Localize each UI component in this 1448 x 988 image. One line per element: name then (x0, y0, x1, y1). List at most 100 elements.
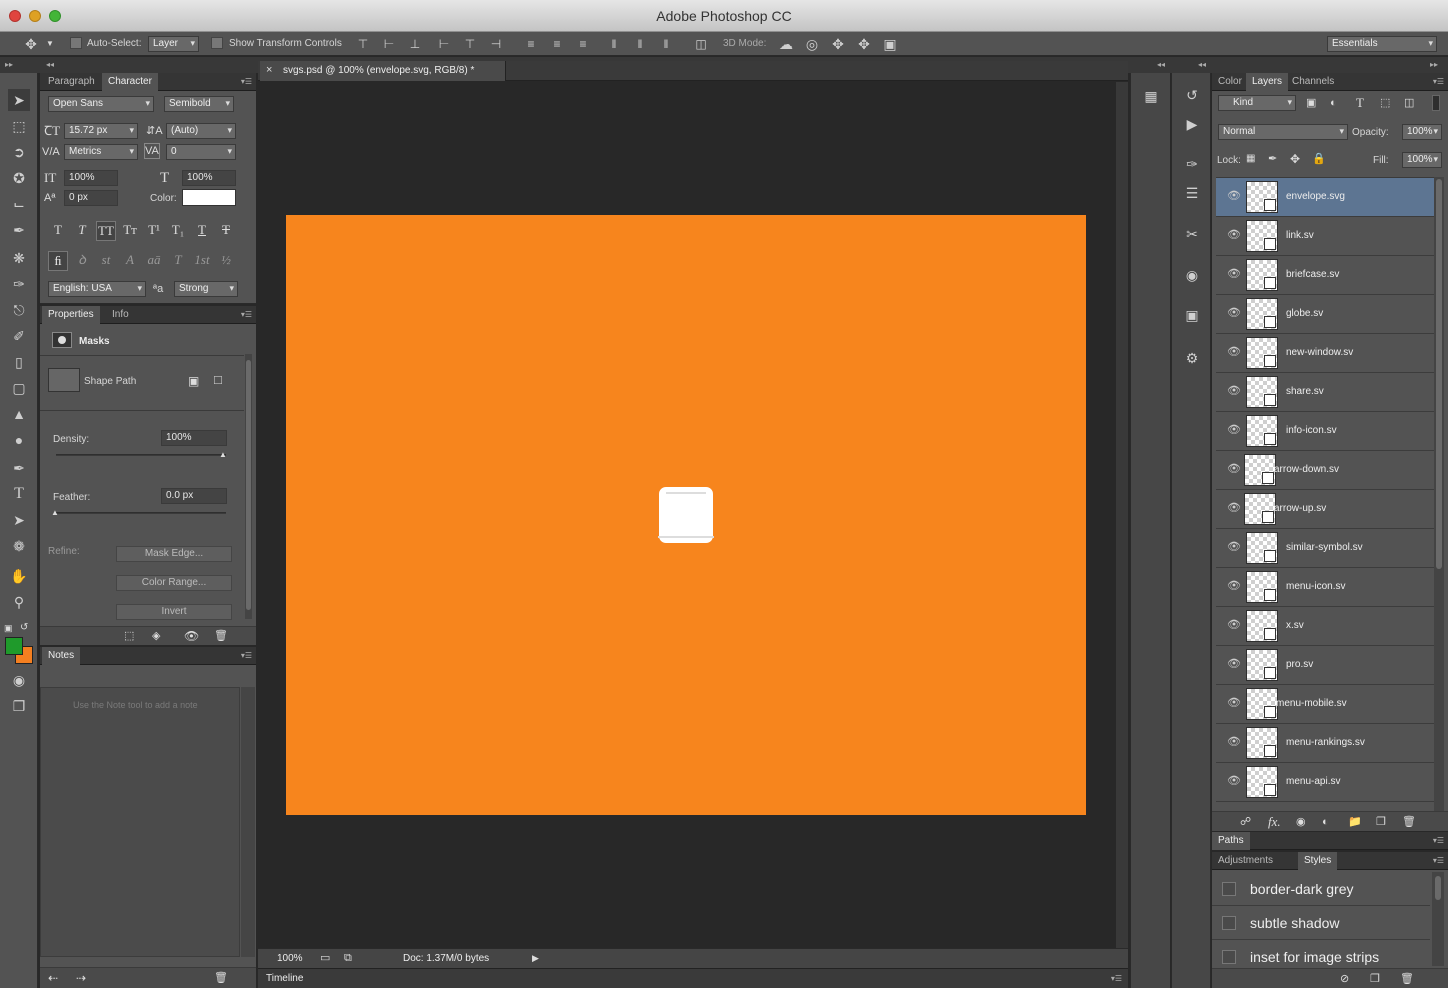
eraser-tool-icon[interactable]: ▯ (8, 351, 30, 373)
antialias-dropdown[interactable]: Strong (174, 281, 238, 297)
gradient-tool-icon[interactable]: ▢ (8, 377, 30, 399)
healing-brush-tool-icon[interactable]: ❋ (8, 247, 30, 269)
screen-mode-icon[interactable]: ❐ (8, 695, 30, 717)
layer-row[interactable]: 👁 arrow-up.sv (1216, 490, 1434, 529)
filter-toggle[interactable] (1432, 95, 1440, 111)
fill-field[interactable]: 100% (1402, 152, 1442, 168)
kerning-dropdown[interactable]: Metrics (64, 144, 138, 160)
new-style-icon[interactable]: ❐ (1370, 970, 1380, 988)
scrollbar[interactable] (1434, 177, 1444, 811)
clear-style-icon[interactable]: ⊘ (1340, 970, 1349, 988)
style-item[interactable]: inset for image strips (1212, 940, 1430, 968)
feather-slider-handle[interactable]: ▲ (51, 508, 59, 518)
zoom-level[interactable]: 100% (277, 953, 303, 964)
visibility-eye-icon[interactable]: 👁 (1227, 657, 1241, 670)
previous-note-icon[interactable]: ⇠ (48, 969, 58, 987)
align-right-icon[interactable]: ⊣ (485, 33, 507, 55)
mask-edge-button[interactable]: Mask Edge... (116, 546, 232, 562)
distribute-top-icon[interactable]: ≡ (520, 33, 542, 55)
visibility-eye-icon[interactable]: 👁 (1227, 189, 1241, 202)
feather-field[interactable]: 0.0 px (161, 488, 227, 504)
leading-field[interactable]: (Auto) (166, 123, 236, 139)
eyedropper-tool-icon[interactable]: ✒ (8, 219, 30, 241)
layer-row[interactable]: 👁 similar-symbol.sv (1216, 529, 1434, 568)
scrollbar[interactable] (241, 687, 255, 957)
layer-row[interactable]: 👁 menu-mobile.sv (1216, 685, 1434, 724)
blend-mode-dropdown[interactable]: Normal (1218, 124, 1348, 140)
visibility-eye-icon[interactable]: 👁 (1227, 228, 1241, 241)
filter-type-icon[interactable]: T (1356, 94, 1364, 112)
lock-position-icon[interactable]: ✥ (1290, 150, 1300, 168)
tab-character[interactable]: Character (102, 73, 158, 91)
align-hcenter-icon[interactable]: ⊤ (459, 33, 481, 55)
tracking-dropdown[interactable]: 0 (166, 144, 236, 160)
visibility-eye-icon[interactable]: 👁 (1227, 579, 1241, 592)
clone-source-panel-icon[interactable]: ⚙ (1181, 347, 1203, 369)
feather-slider[interactable] (56, 512, 226, 514)
status-menu-arrow-icon[interactable]: ▶ (532, 949, 539, 967)
zoom-tool-icon[interactable]: ⚲ (8, 591, 30, 613)
info-panel-icon[interactable]: ▣ (1181, 304, 1203, 326)
brush-presets-panel-icon[interactable]: ✑ (1181, 153, 1203, 175)
language-dropdown[interactable]: English: USA (48, 281, 146, 297)
document-tab[interactable]: × svgs.psd @ 100% (envelope.svg, RGB/8) … (260, 61, 506, 81)
color-range-button[interactable]: Color Range... (116, 575, 232, 591)
distribute-hcenter-icon[interactable]: ‖ (629, 33, 651, 55)
tab-channels[interactable]: Channels (1286, 73, 1340, 91)
panel-menu-icon[interactable]: ▾☰ (1111, 974, 1122, 983)
panel-menu-icon[interactable]: ▾☰ (241, 77, 252, 86)
collapse-icon[interactable]: ▸▸ (5, 60, 13, 69)
style-item[interactable]: border-dark grey (1212, 872, 1430, 906)
magic-wand-tool-icon[interactable]: ✪ (8, 167, 30, 189)
visibility-eye-icon[interactable]: 👁 (1227, 501, 1241, 514)
history-brush-tool-icon[interactable]: ✐ (8, 325, 30, 347)
workspace-dropdown[interactable]: Essentials (1327, 36, 1437, 52)
panel-menu-icon[interactable]: ▾☰ (1433, 856, 1444, 865)
filter-adjustment-icon[interactable]: ◐ (1330, 94, 1337, 112)
panel-menu-icon[interactable]: ▾☰ (241, 651, 252, 660)
navigator-panel-icon[interactable]: ▦ (1140, 85, 1162, 107)
visibility-eye-icon[interactable]: 👁 (1227, 306, 1241, 319)
panel-menu-icon[interactable]: ▾☰ (241, 310, 252, 319)
align-bottom-icon[interactable]: ⊥ (404, 33, 426, 55)
vector-mask-icon[interactable]: □ (214, 371, 222, 389)
lock-all-icon[interactable]: 🔒 (1312, 150, 1326, 168)
layer-style-icon[interactable]: fx. (1268, 813, 1281, 831)
type-style-toggle[interactable]: T (48, 221, 68, 239)
canvas[interactable] (286, 215, 1086, 815)
distribute-vcenter-icon[interactable]: ≡ (546, 33, 568, 55)
layer-row[interactable]: 👁 x.sv (1216, 607, 1434, 646)
pen-tool-icon[interactable]: ✒ (8, 457, 30, 479)
hand-tool-icon[interactable]: ✋ (8, 565, 30, 587)
tab-properties[interactable]: Properties (42, 306, 100, 324)
3d-roll-icon[interactable]: ◎ (801, 33, 823, 55)
visibility-eye-icon[interactable]: 👁 (1227, 696, 1241, 709)
visibility-eye-icon[interactable]: 👁 (1227, 774, 1241, 787)
move-tool-preset-icon[interactable]: ✥ (20, 33, 42, 55)
layer-row[interactable]: 👁 new-window.sv (1216, 334, 1434, 373)
custom-shape-tool-icon[interactable]: ❁ (8, 535, 30, 557)
vertical-scale-field[interactable]: 100% (64, 170, 118, 186)
scrollbar[interactable] (245, 354, 252, 619)
3d-pan-icon[interactable]: ✥ (827, 33, 849, 55)
link-layers-icon[interactable]: ☍ (1240, 813, 1251, 831)
layer-row[interactable]: 👁 arrow-down.sv (1216, 451, 1434, 490)
dodge-tool-icon[interactable]: ● (8, 429, 30, 451)
add-mask-icon[interactable]: ◉ (1296, 813, 1306, 831)
visibility-eye-icon[interactable]: 👁 (1227, 423, 1241, 436)
layer-row[interactable]: 👁 menu-api.sv (1216, 763, 1434, 802)
tab-styles[interactable]: Styles (1298, 852, 1338, 870)
lock-image-icon[interactable]: ✒ (1268, 150, 1277, 168)
baseline-shift-field[interactable]: 0 px (64, 190, 118, 206)
filter-shape-icon[interactable]: ⬚ (1380, 94, 1390, 112)
chevron-down-icon[interactable]: ▼ (46, 35, 54, 53)
brush-panel-icon[interactable]: ☰ (1181, 182, 1203, 204)
load-selection-icon[interactable]: ⬚ (124, 627, 134, 645)
auto-select-dropdown[interactable]: Layer (148, 36, 199, 52)
tab-color[interactable]: Color (1212, 73, 1248, 91)
notes-area[interactable]: Use the Note tool to add a note (40, 687, 240, 957)
invert-button[interactable]: Invert (116, 604, 232, 620)
3d-scale-icon[interactable]: ▣ (879, 33, 901, 55)
layer-row[interactable]: 👁 pro.sv (1216, 646, 1434, 685)
density-slider-handle[interactable]: ▲ (219, 450, 227, 460)
